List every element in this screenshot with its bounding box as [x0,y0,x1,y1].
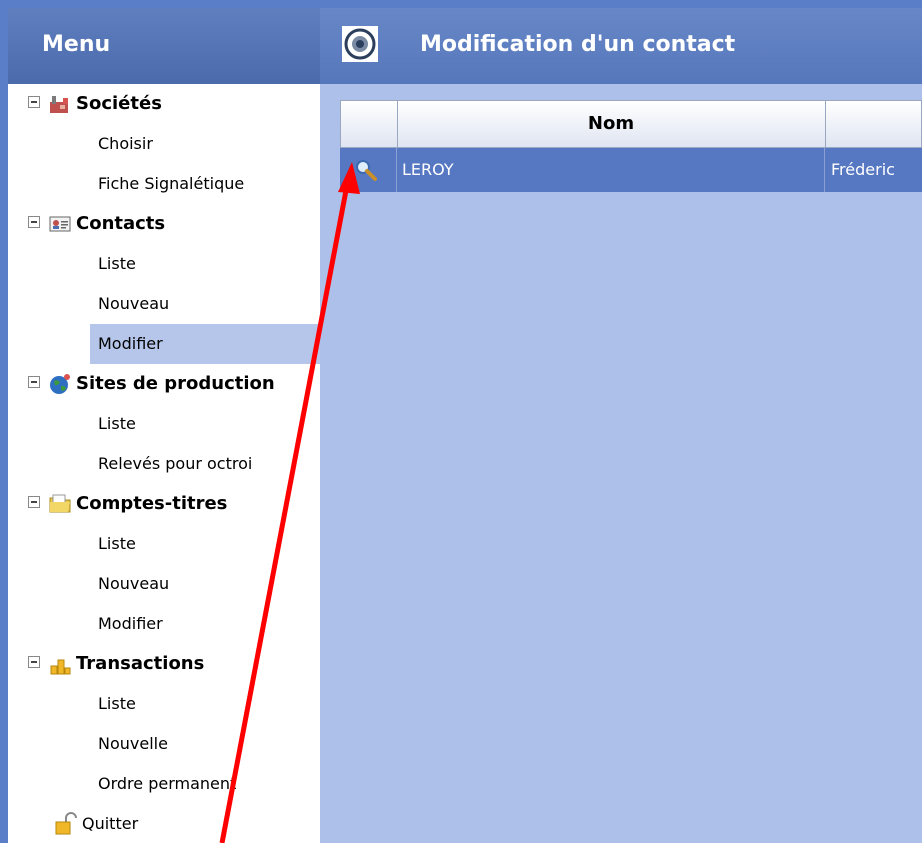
menu-item-label: Modifier [98,614,163,633]
factory-icon [50,96,68,113]
menu-item-comptes-nouveau[interactable]: Nouveau [8,564,320,604]
menu-item-transactions-liste[interactable]: Liste [8,684,320,724]
menu-item-label: Nouvelle [98,734,168,753]
menu-item-label: Liste [98,534,136,553]
menu-item-comptes-modifier[interactable]: Modifier [8,604,320,644]
app-logo-icon [342,26,378,62]
main-header: Modification d'un contact [320,8,922,84]
cell-prenom: Fréderic [824,148,895,192]
menu-group-societes[interactable]: Sociétés [8,84,320,124]
collapse-toggle-icon[interactable] [28,496,40,508]
page-title: Modification d'un contact [420,32,736,57]
menu-item-label: Quitter [82,814,139,833]
menu-item-label: Liste [98,414,136,433]
menu-group-label: Sociétés [76,93,162,114]
menu-group-label: Transactions [76,653,205,674]
menu-item-label: Nouveau [98,294,170,313]
folder-icon [49,494,71,513]
menu-group-comptes-titres[interactable]: Comptes-titres [8,484,320,524]
menu-item-label: Liste [98,254,136,273]
collapse-toggle-icon[interactable] [28,216,40,228]
menu-item-releves-pour-octroi[interactable]: Relevés pour octroi [8,444,320,484]
collapse-toggle-icon[interactable] [28,376,40,388]
menu-group-label: Sites de production [76,373,275,394]
menu-item-choisir[interactable]: Choisir [8,124,320,164]
menu-item-comptes-liste[interactable]: Liste [8,524,320,564]
menu-item-transactions-nouvelle[interactable]: Nouvelle [8,724,320,764]
globe-icon [50,374,70,394]
menu-item-ordre-permanent[interactable]: Ordre permanent [8,764,320,804]
sidebar-menu: Menu Sociétés Choisir Fiche Signalétique [8,8,321,843]
menu-group-sites-de-production[interactable]: Sites de production [8,364,320,404]
window-top-border [0,0,922,8]
menu-item-label: Modifier [98,334,163,353]
menu-item-fiche-signaletique[interactable]: Fiche Signalétique [8,164,320,204]
window-left-border [0,0,8,843]
grid-header-nom[interactable]: Nom [397,101,826,147]
cell-nom: LEROY [402,160,454,179]
menu-item-label: Relevés pour octroi [98,454,253,473]
menu-item-sites-liste[interactable]: Liste [8,404,320,444]
row-action-cell[interactable] [340,148,397,192]
main-content: Modification d'un contact Nom LEROY Fréd… [320,8,922,843]
grid-header-action [341,101,398,147]
menu-item-contacts-modifier[interactable]: Modifier [90,324,320,364]
menu-group-label: Comptes-titres [76,493,228,514]
contacts-grid: Nom LEROY Fréderic [340,100,922,192]
menu-item-contacts-nouveau[interactable]: Nouveau [8,284,320,324]
collapse-toggle-icon[interactable] [28,656,40,668]
coins-icon [50,659,71,675]
menu-group-transactions[interactable]: Transactions [8,644,320,684]
menu-item-quitter[interactable]: Quitter [8,804,320,844]
collapse-toggle-icon[interactable] [28,96,40,108]
unlock-icon [55,812,77,835]
menu-header: Menu [8,8,320,84]
menu-item-label: Choisir [98,134,153,153]
contact-card-icon [49,216,71,232]
table-row[interactable]: LEROY Fréderic [340,148,922,192]
menu-item-label: Nouveau [98,574,170,593]
grid-header-row: Nom [340,100,922,148]
magnifier-icon[interactable] [354,158,378,182]
app-window: Menu Sociétés Choisir Fiche Signalétique [0,0,922,843]
menu-item-label: Fiche Signalétique [98,174,245,193]
menu-item-label: Liste [98,694,136,713]
menu-item-contacts-liste[interactable]: Liste [8,244,320,284]
menu-tree: Sociétés Choisir Fiche Signalétique Cont… [8,84,320,844]
menu-group-contacts[interactable]: Contacts [8,204,320,244]
menu-group-label: Contacts [76,213,166,234]
menu-item-label: Ordre permanent [98,774,237,793]
